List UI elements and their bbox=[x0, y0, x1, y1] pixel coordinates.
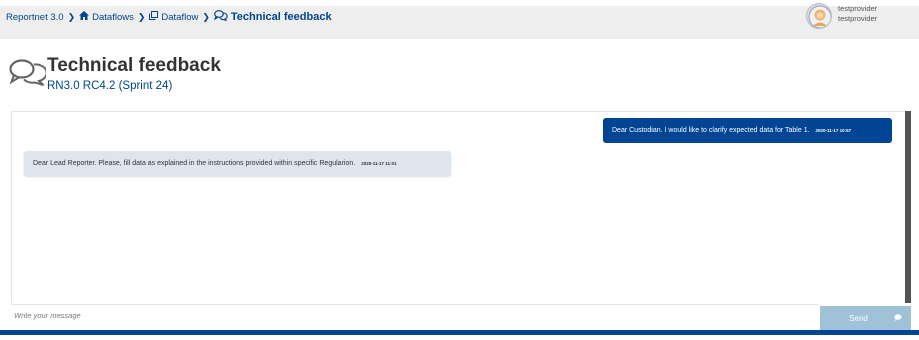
footer-bar bbox=[0, 330, 919, 335]
comments-icon bbox=[213, 10, 228, 24]
message-text: Dear Custodian. I would like to clarify … bbox=[612, 127, 810, 134]
breadcrumb-dataflow-label[interactable]: Dataflow bbox=[161, 12, 198, 23]
message-text: Dear Lead Reporter. Please, fill data as… bbox=[33, 160, 356, 167]
page-subtitle: RN3.0 RC4.2 (Sprint 24) bbox=[47, 80, 173, 92]
comments-icon bbox=[8, 58, 48, 93]
message-incoming: Dear Lead Reporter. Please, fill data as… bbox=[24, 151, 451, 176]
page-title: Technical feedback bbox=[47, 55, 221, 76]
user-info[interactable]: testprovider testprovider bbox=[838, 4, 877, 24]
avatar[interactable] bbox=[806, 3, 832, 29]
user-name-line: testprovider bbox=[838, 4, 878, 13]
breadcrumb-dataflows-label[interactable]: Dataflows bbox=[92, 12, 134, 23]
chevron-right-icon: ❯ bbox=[137, 11, 146, 22]
chevron-right-icon: ❯ bbox=[67, 11, 76, 22]
breadcrumb-home[interactable]: Reportnet 3.0 bbox=[6, 12, 64, 23]
message-timestamp: 2020-11-17 10:57 bbox=[815, 128, 852, 133]
message-outgoing: Dear Custodian. I would like to clarify … bbox=[603, 118, 892, 143]
message-timestamp: 2020-11-17 11:01 bbox=[361, 161, 397, 166]
message-list-scrollbar[interactable] bbox=[905, 111, 911, 303]
chevron-right-icon: ❯ bbox=[202, 11, 210, 22]
user-role-line: testprovider bbox=[838, 14, 878, 23]
breadcrumb-home-label[interactable]: Reportnet 3.0 bbox=[6, 12, 64, 23]
breadcrumb-current-label: Technical feedback bbox=[230, 11, 332, 23]
send-button-label: Send bbox=[849, 313, 868, 323]
breadcrumb-current: Technical feedback bbox=[213, 10, 332, 24]
comment-icon bbox=[894, 313, 902, 323]
breadcrumb: Reportnet 3.0 ❯ Dataflows ❯ Dataflow ❯ T… bbox=[6, 10, 332, 24]
breadcrumb-dataflow[interactable]: Dataflow bbox=[149, 11, 198, 23]
home-icon bbox=[79, 11, 90, 23]
send-button[interactable]: Send bbox=[820, 306, 911, 330]
breadcrumb-dataflows[interactable]: Dataflows bbox=[79, 11, 134, 23]
clone-icon bbox=[149, 11, 159, 23]
message-input[interactable] bbox=[11, 306, 818, 331]
message-composer bbox=[11, 304, 818, 331]
